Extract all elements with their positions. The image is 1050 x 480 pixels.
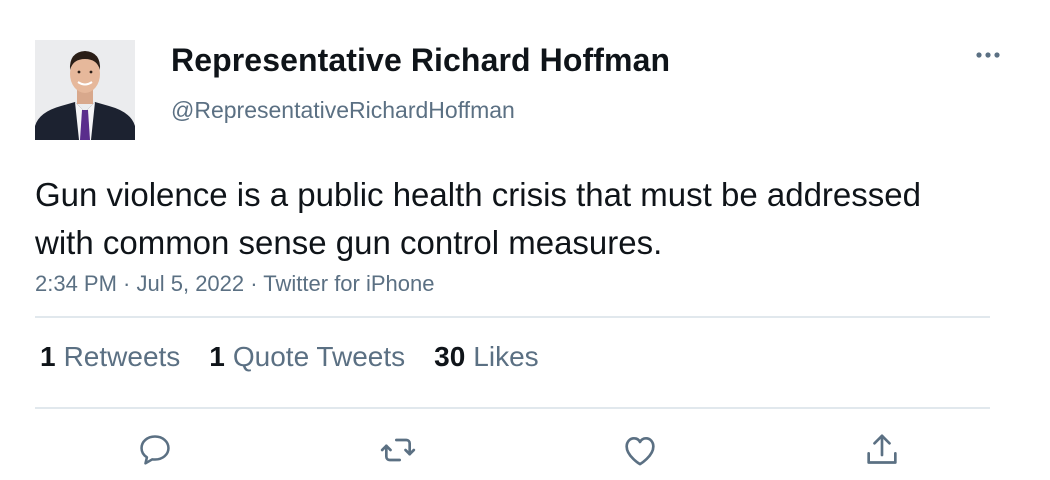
divider [35, 316, 990, 318]
share-icon [867, 434, 897, 464]
tweet-text: Gun violence is a public health crisis t… [35, 176, 921, 261]
like-button[interactable] [618, 428, 662, 472]
more-horizontal-icon [976, 52, 1000, 58]
tweet-source[interactable]: Twitter for iPhone [263, 271, 434, 296]
meta-separator: · [244, 271, 264, 296]
retweets-stat[interactable]: 1 Retweets [40, 341, 180, 373]
retweet-button[interactable] [376, 428, 420, 472]
divider [35, 407, 990, 409]
quote-tweets-count: 1 [209, 341, 225, 372]
retweets-count: 1 [40, 341, 56, 372]
heart-icon [625, 437, 655, 466]
quote-tweets-stat[interactable]: 1 Quote Tweets [209, 341, 405, 373]
likes-count: 30 [434, 341, 466, 372]
avatar[interactable] [35, 40, 135, 140]
likes-stat[interactable]: 30 Likes [434, 341, 539, 373]
retweet-icon [380, 438, 416, 462]
author-handle[interactable]: @RepresentativeRichardHoffman [171, 97, 515, 124]
share-button[interactable] [860, 428, 904, 472]
quote-tweets-label: Quote Tweets [232, 341, 406, 372]
tweet-stats: 1 Retweets 1 Quote Tweets 30 Likes [40, 341, 568, 373]
reply-icon [140, 435, 170, 465]
reply-button[interactable] [133, 428, 177, 472]
author-display-name[interactable]: Representative Richard Hoffman [171, 42, 670, 79]
more-options-button[interactable] [970, 40, 1006, 70]
retweets-label: Retweets [63, 341, 181, 372]
tweet-time[interactable]: 2:34 PM [35, 271, 117, 296]
meta-separator: · [116, 271, 137, 296]
tweet-meta: 2:34 PM · Jul 5, 2022 · Twitter for iPho… [35, 271, 434, 297]
profile-photo-icon [35, 40, 135, 140]
likes-label: Likes [473, 341, 539, 372]
tweet-date[interactable]: Jul 5, 2022 [137, 271, 245, 296]
